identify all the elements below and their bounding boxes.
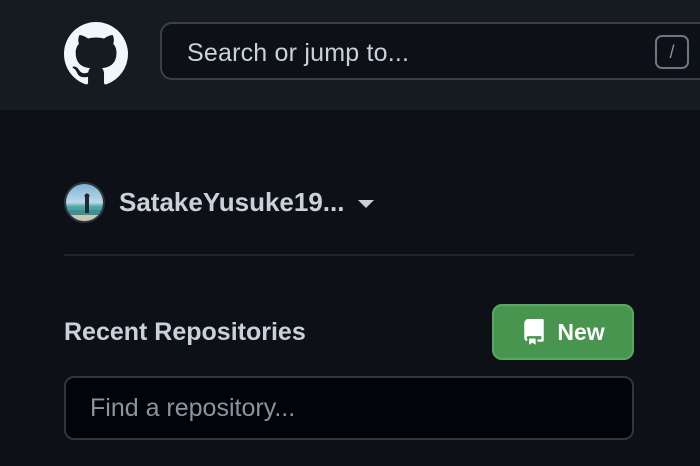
new-button-label: New: [557, 318, 605, 345]
new-repository-button[interactable]: New: [492, 304, 634, 360]
search-placeholder: Search or jump to...: [187, 39, 410, 67]
github-logo-icon[interactable]: [64, 22, 128, 86]
top-header: Search or jump to... /: [0, 0, 700, 110]
recent-repositories-heading: Recent Repositories: [64, 318, 306, 346]
caret-down-icon: [358, 199, 375, 208]
user-avatar: [64, 181, 105, 223]
find-repository-field[interactable]: [64, 376, 634, 440]
find-repository-input[interactable]: [66, 378, 632, 438]
repo-icon: [521, 317, 547, 347]
account-switcher[interactable]: SatakeYusuke19...: [64, 181, 375, 223]
slash-shortcut-key: /: [655, 35, 689, 69]
account-username: SatakeYusuke19...: [119, 186, 345, 217]
github-dashboard: Search or jump to... / SatakeYusuke19...…: [0, 0, 700, 466]
github-octocat-icon: [64, 22, 128, 85]
search-bar[interactable]: Search or jump to... /: [160, 22, 700, 80]
section-divider: [64, 254, 634, 256]
avatar-photo-icon: [66, 183, 103, 221]
